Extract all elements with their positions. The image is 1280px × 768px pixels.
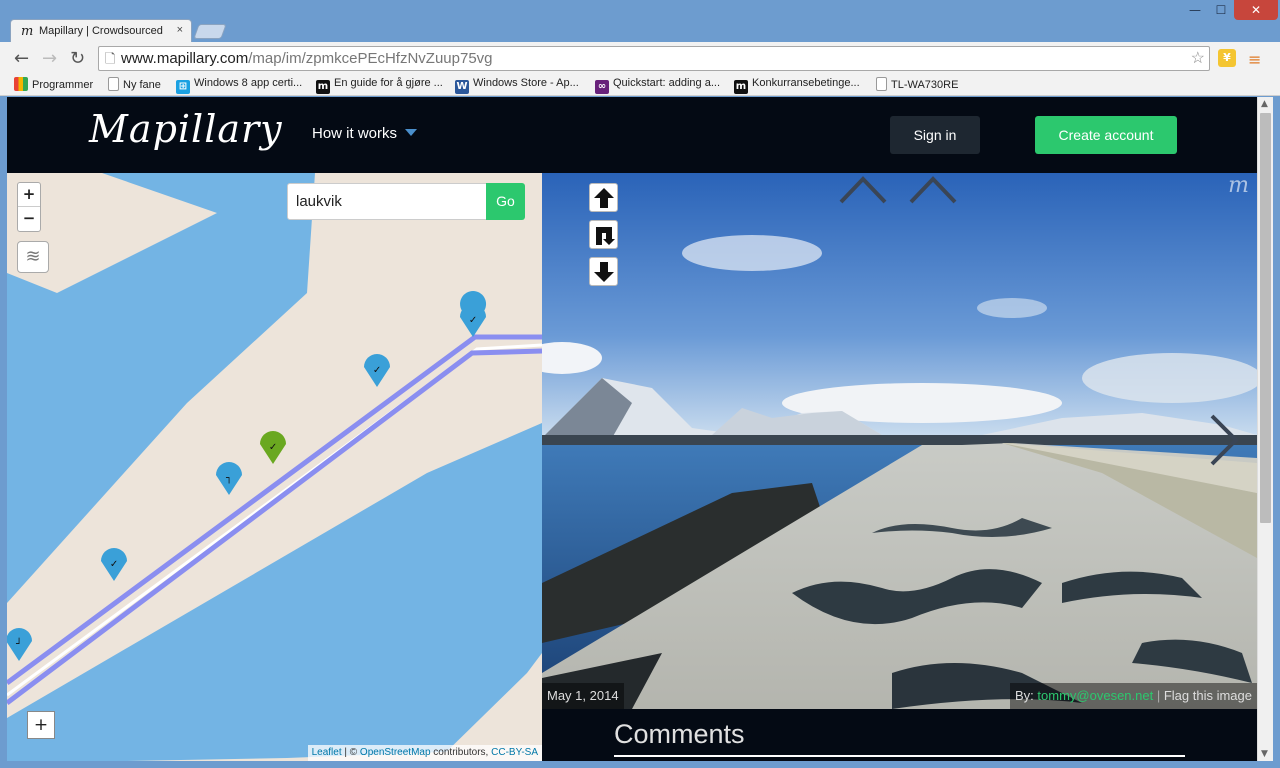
address-bar[interactable]: 🗋 www.mapillary.com/map/im/zpmkcePEcHfzN… <box>98 46 1210 71</box>
street-photo <box>542 173 1257 709</box>
photo-credit: By: tommy@ovesen.net | Flag this image <box>1010 683 1257 709</box>
chevron-up-icon[interactable] <box>838 173 888 205</box>
bookmark-star-icon[interactable]: ☆ <box>1191 48 1205 68</box>
location-search-input[interactable]: laukvik <box>287 183 487 220</box>
bookmark-item[interactable]: ⊞ Windows 8 app certi... <box>176 77 302 94</box>
close-window-button[interactable]: ✕ <box>1234 0 1278 20</box>
windows-logo-icon: ⊞ <box>176 80 190 94</box>
photographer-link[interactable]: tommy@ovesen.net <box>1037 688 1153 703</box>
back-arrow-icon[interactable]: ← <box>14 48 29 69</box>
site-header: Mapillary How it works Sign in Create ac… <box>7 97 1257 173</box>
map-canvas[interactable]: ✓ ✓ ✓ ┐ ✓ ┘ <box>7 173 542 761</box>
zoom-in-button[interactable]: + <box>18 183 40 207</box>
add-button[interactable]: + <box>27 711 55 739</box>
move-backward-button[interactable] <box>589 257 618 286</box>
svg-text:┘: ┘ <box>16 637 22 650</box>
osm-link[interactable]: OpenStreetMap <box>360 747 431 758</box>
photo-date: May 1, 2014 <box>542 683 624 709</box>
bookmark-item[interactable]: m En guide for å gjøre ... <box>316 77 443 94</box>
visual-studio-icon: ∞ <box>595 80 609 94</box>
bookmark-item[interactable]: TL-WA730RE <box>876 77 958 91</box>
svg-text:✓: ✓ <box>373 365 381 376</box>
map-attribution: Leaflet | © OpenStreetMap contributors, … <box>307 745 542 761</box>
maximize-button[interactable]: ☐ <box>1208 0 1234 20</box>
browser-toolbar: ← → ↻ 🗋 www.mapillary.com/map/im/zpmkceP… <box>0 42 1280 74</box>
bookmark-item[interactable]: m Konkurransebetinge... <box>734 77 860 94</box>
forward-arrow-icon[interactable]: → <box>42 48 57 69</box>
move-forward-button[interactable] <box>589 183 618 212</box>
zoom-out-button[interactable]: − <box>18 207 40 231</box>
m-logo-icon: m <box>734 80 748 94</box>
url-text: www.mapillary.com/map/im/zpmkcePEcHfzNvZ… <box>121 50 493 67</box>
mapillary-watermark: m <box>1228 173 1249 198</box>
reload-icon[interactable]: ↻ <box>70 48 85 69</box>
leaflet-link[interactable]: Leaflet <box>312 747 342 758</box>
mapillary-favicon-icon: m <box>21 24 34 39</box>
word-doc-icon: W <box>455 80 469 94</box>
new-tab-button[interactable] <box>193 24 227 39</box>
create-account-button[interactable]: Create account <box>1035 116 1177 154</box>
comments-section: Comments <box>542 709 1257 761</box>
menu-icon[interactable]: ≡ <box>1248 50 1261 69</box>
page-icon <box>876 77 887 91</box>
map-panel[interactable]: ✓ ✓ ✓ ┐ ✓ ┘ + − ≋ laukvik Go + Leaflet |… <box>7 173 542 761</box>
extension-icon[interactable]: ¥ <box>1218 49 1236 67</box>
zoom-control: + − <box>17 182 41 232</box>
svg-text:✓: ✓ <box>110 559 118 570</box>
minimize-button[interactable]: — <box>1182 0 1208 20</box>
comments-heading: Comments <box>614 719 745 749</box>
page-icon <box>108 77 119 91</box>
street-photo-viewer[interactable]: m May 1, 2014 By: tommy@ovesen.net | Fla… <box>542 173 1257 709</box>
bookmark-item[interactable]: Programmer <box>14 77 93 91</box>
scroll-up-icon[interactable]: ▲ <box>1261 99 1268 109</box>
bookmark-item[interactable]: W Windows Store - Ap... <box>455 77 579 94</box>
sign-in-button[interactable]: Sign in <box>890 116 980 154</box>
mapillary-logo[interactable]: Mapillary <box>89 107 283 151</box>
license-link[interactable]: CC-BY-SA <box>491 747 538 758</box>
page-viewport: Mapillary How it works Sign in Create ac… <box>7 97 1257 761</box>
bookmarks-bar: Programmer Ny fane ⊞ Windows 8 app certi.… <box>0 74 1280 96</box>
scrollbar-thumb[interactable] <box>1260 113 1271 523</box>
scroll-down-icon[interactable]: ▼ <box>1261 749 1268 759</box>
layers-icon[interactable]: ≋ <box>17 241 49 273</box>
bookmark-item[interactable]: ∞ Quickstart: adding a... <box>595 77 720 94</box>
flag-image-link[interactable]: Flag this image <box>1164 688 1252 703</box>
bookmark-item[interactable]: Ny fane <box>108 77 161 91</box>
apps-grid-icon <box>14 77 28 91</box>
page-scrollbar[interactable]: ▲ ▼ <box>1257 97 1273 761</box>
title-bar: m Mapillary | Crowdsourced × — ☐ ✕ <box>0 0 1280 43</box>
how-it-works-menu[interactable]: How it works <box>312 125 418 142</box>
land-lower-right <box>437 413 542 761</box>
chevron-right-icon[interactable] <box>1207 413 1241 467</box>
page-icon: 🗋 <box>105 51 116 66</box>
browser-window: m Mapillary | Crowdsourced × — ☐ ✕ ← → ↻… <box>0 0 1280 768</box>
turn-around-button[interactable] <box>589 220 618 249</box>
tab-title: Mapillary | Crowdsourced <box>39 25 163 37</box>
svg-text:✓: ✓ <box>269 442 277 453</box>
go-button[interactable]: Go <box>486 183 525 220</box>
m-logo-icon: m <box>316 80 330 94</box>
browser-tab[interactable]: m Mapillary | Crowdsourced × <box>10 19 192 43</box>
tab-close-icon[interactable]: × <box>177 24 183 36</box>
svg-text:┐: ┐ <box>226 473 232 484</box>
comments-divider <box>614 755 1185 757</box>
chevron-up-icon[interactable] <box>908 173 958 205</box>
svg-text:✓: ✓ <box>469 315 477 326</box>
chevron-down-icon <box>405 129 418 136</box>
